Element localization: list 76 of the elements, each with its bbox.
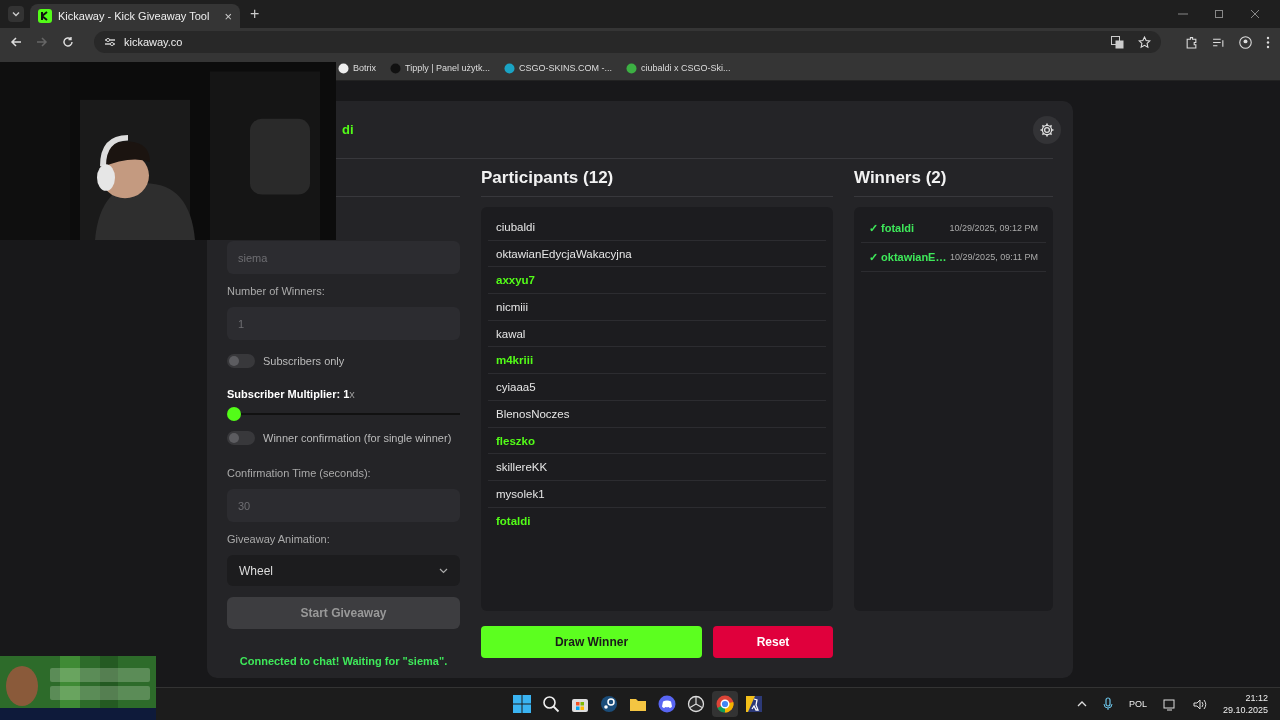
back-icon[interactable] — [10, 36, 22, 48]
network-icon[interactable] — [1162, 697, 1177, 711]
close-tab-button[interactable]: × — [224, 8, 232, 24]
animation-dropdown[interactable]: Wheel — [227, 555, 460, 586]
close-icon[interactable] — [1250, 9, 1260, 19]
participant-name: fotaldi — [495, 513, 532, 529]
game-icon[interactable] — [745, 695, 763, 713]
reload-icon[interactable] — [62, 36, 74, 48]
site-icon — [338, 62, 349, 74]
bookmark[interactable]: ciubaldi x CSGO-Ski... — [626, 62, 731, 74]
language-indicator[interactable]: POL — [1128, 699, 1147, 709]
input-field[interactable]: siema — [227, 241, 460, 274]
participant-name: ciubaldi — [488, 214, 826, 241]
tab-title: Kickaway - Kick Giveaway Tool — [58, 10, 211, 22]
address-field[interactable]: kickaway.co — [94, 31, 1161, 53]
status-message: Connected to chat! Waiting for "siema". — [238, 655, 449, 667]
participant-name: mysolek1 — [488, 480, 826, 508]
participant-name: oktawianEdycjaWakacyjna — [488, 240, 826, 268]
participant-name: BlenosNoczes — [488, 400, 826, 428]
participant-name: fleszko — [488, 427, 826, 455]
browser-tab[interactable]: Kickaway - Kick Giveaway Tool × — [30, 4, 240, 28]
toggle-switch[interactable] — [227, 354, 255, 368]
menu-icon[interactable] — [1266, 35, 1270, 49]
toggle-label: Winner confirmation (for single winner) — [263, 432, 452, 444]
browser-taskbar-icon[interactable] — [712, 691, 738, 717]
app-logo-icon — [38, 9, 52, 23]
site-icon — [390, 62, 401, 74]
participant-name: kawal — [488, 320, 826, 348]
settings-button[interactable] — [1033, 115, 1061, 144]
url-text: kickaway.co — [124, 36, 183, 48]
participant-name: m4kriii — [488, 347, 826, 375]
page-title: di — [342, 122, 354, 137]
star-icon[interactable] — [1138, 35, 1151, 49]
participant-name: nicmiii — [488, 294, 826, 321]
slider-thumb[interactable] — [227, 407, 241, 421]
field-label: Giveaway Animation: — [227, 533, 331, 545]
field-label: Number of Winners: — [227, 285, 326, 297]
search-icon[interactable] — [542, 695, 560, 713]
profile-icon[interactable] — [1239, 35, 1252, 49]
microphone-icon[interactable] — [1102, 697, 1113, 711]
input-field[interactable]: 30 — [227, 489, 460, 522]
toggle-label: Subscribers only — [263, 355, 345, 367]
reset-button[interactable]: Reset — [713, 626, 833, 658]
toggle-switch[interactable] — [227, 431, 255, 445]
chevron-up-icon[interactable] — [1076, 701, 1087, 707]
site-icon — [504, 62, 516, 74]
participant-name: cyiaaa5 — [488, 374, 826, 401]
winner-name: ✓ fotaldi — [869, 221, 915, 235]
bookmark[interactable]: CSGO-SKINS.COM -... — [504, 62, 613, 74]
restore-icon[interactable] — [1214, 9, 1224, 19]
translate-icon[interactable] — [1111, 35, 1124, 49]
winner-name: ✓ oktawianE… — [869, 250, 947, 264]
participant-name: skillereKK — [488, 454, 826, 481]
bookmark[interactable]: Tipply | Panel użytk... — [390, 62, 491, 74]
gear-icon — [1039, 121, 1055, 138]
aperture-icon[interactable] — [687, 695, 705, 713]
clock-time: 21:12 — [1245, 692, 1268, 704]
winner-time: 10/29/2025, 09:11 PM — [950, 252, 1038, 262]
input-field[interactable]: 1 — [227, 307, 460, 340]
tab-list-icon[interactable] — [8, 6, 24, 22]
draw-winner-button[interactable]: Draw Winner — [481, 626, 702, 658]
field-label: Confirmation Time (seconds): — [227, 467, 372, 479]
clock-date: 29.10.2025 — [1222, 704, 1268, 716]
section-title: Winners (2) — [854, 167, 947, 188]
volume-icon[interactable] — [1192, 697, 1207, 711]
bookmark[interactable]: Botrix — [338, 62, 376, 74]
start-icon[interactable] — [513, 695, 531, 713]
multiplier-label: Subscriber Multiplier: 1x — [227, 388, 356, 400]
extensions-icon[interactable] — [1185, 35, 1198, 49]
site-icon — [626, 62, 638, 74]
participant-name: axxyu7 — [488, 267, 826, 295]
winner-time: 10/29/2025, 09:12 PM — [949, 223, 1038, 233]
new-tab-button[interactable]: + — [246, 5, 264, 23]
section-title: Participants (12) — [481, 167, 614, 188]
site-settings-icon[interactable] — [104, 36, 116, 48]
chevron-down-icon — [439, 567, 448, 574]
